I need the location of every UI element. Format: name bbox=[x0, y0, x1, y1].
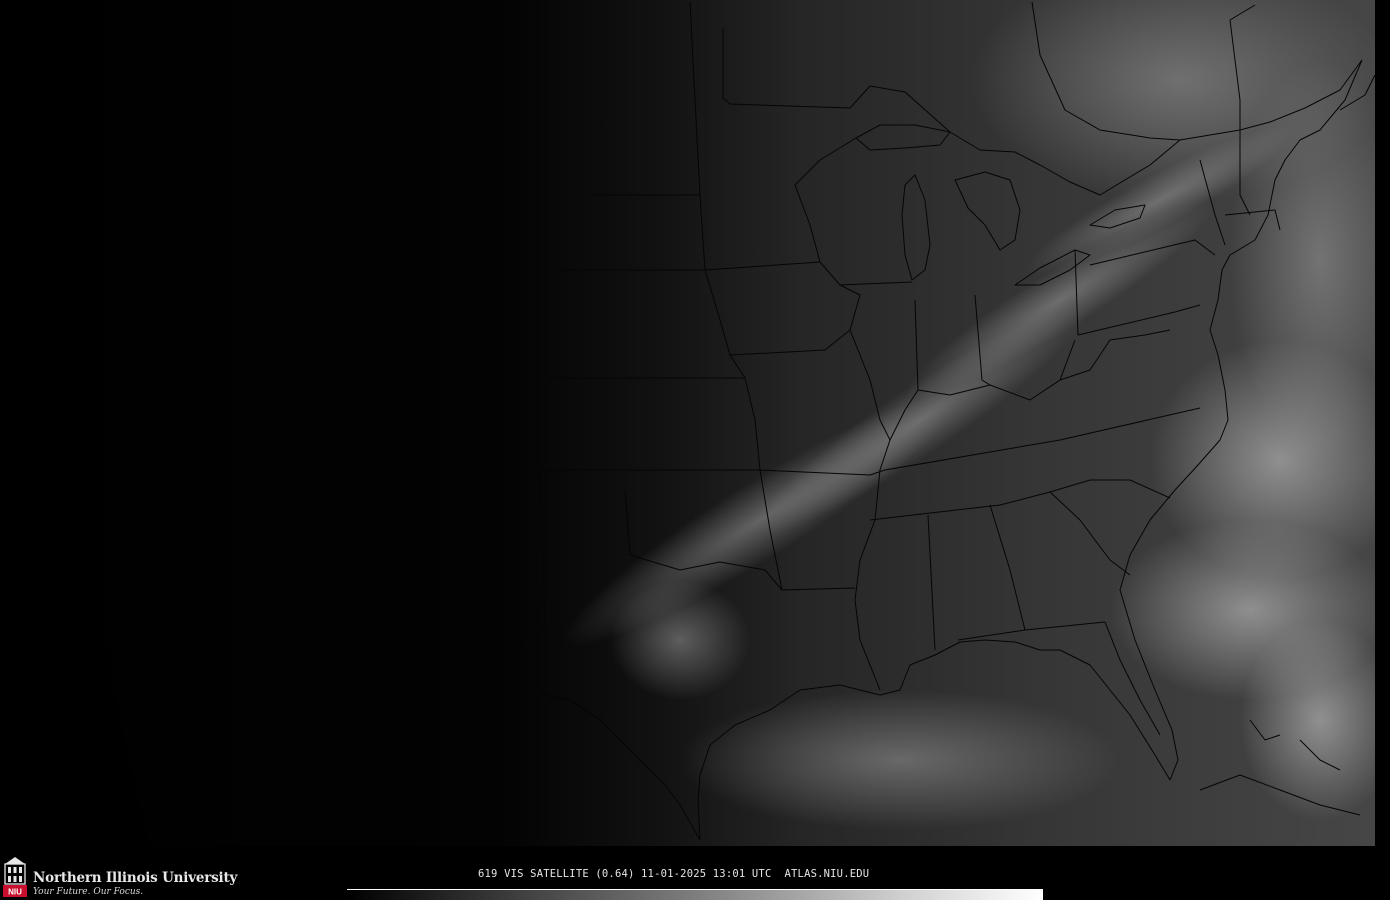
university-tagline: Your Future. Our Focus. bbox=[33, 887, 144, 897]
product-caption: 619 VIS SATELLITE (0.64) 11-01-2025 13:0… bbox=[478, 868, 870, 880]
university-logo: NIU Northern Illinois University Your Fu… bbox=[2, 856, 242, 900]
image-footer: NIU Northern Illinois University Your Fu… bbox=[0, 848, 1390, 900]
satellite-imagery bbox=[30, 0, 1375, 846]
logo-mark-letters: NIU bbox=[8, 888, 22, 897]
brightness-colorbar bbox=[347, 889, 1043, 900]
satellite-viewer: NIU Northern Illinois University Your Fu… bbox=[0, 0, 1390, 900]
university-name: Northern Illinois University bbox=[33, 870, 238, 886]
niu-tower-icon: NIU bbox=[3, 857, 27, 897]
satellite-map bbox=[30, 0, 1376, 846]
